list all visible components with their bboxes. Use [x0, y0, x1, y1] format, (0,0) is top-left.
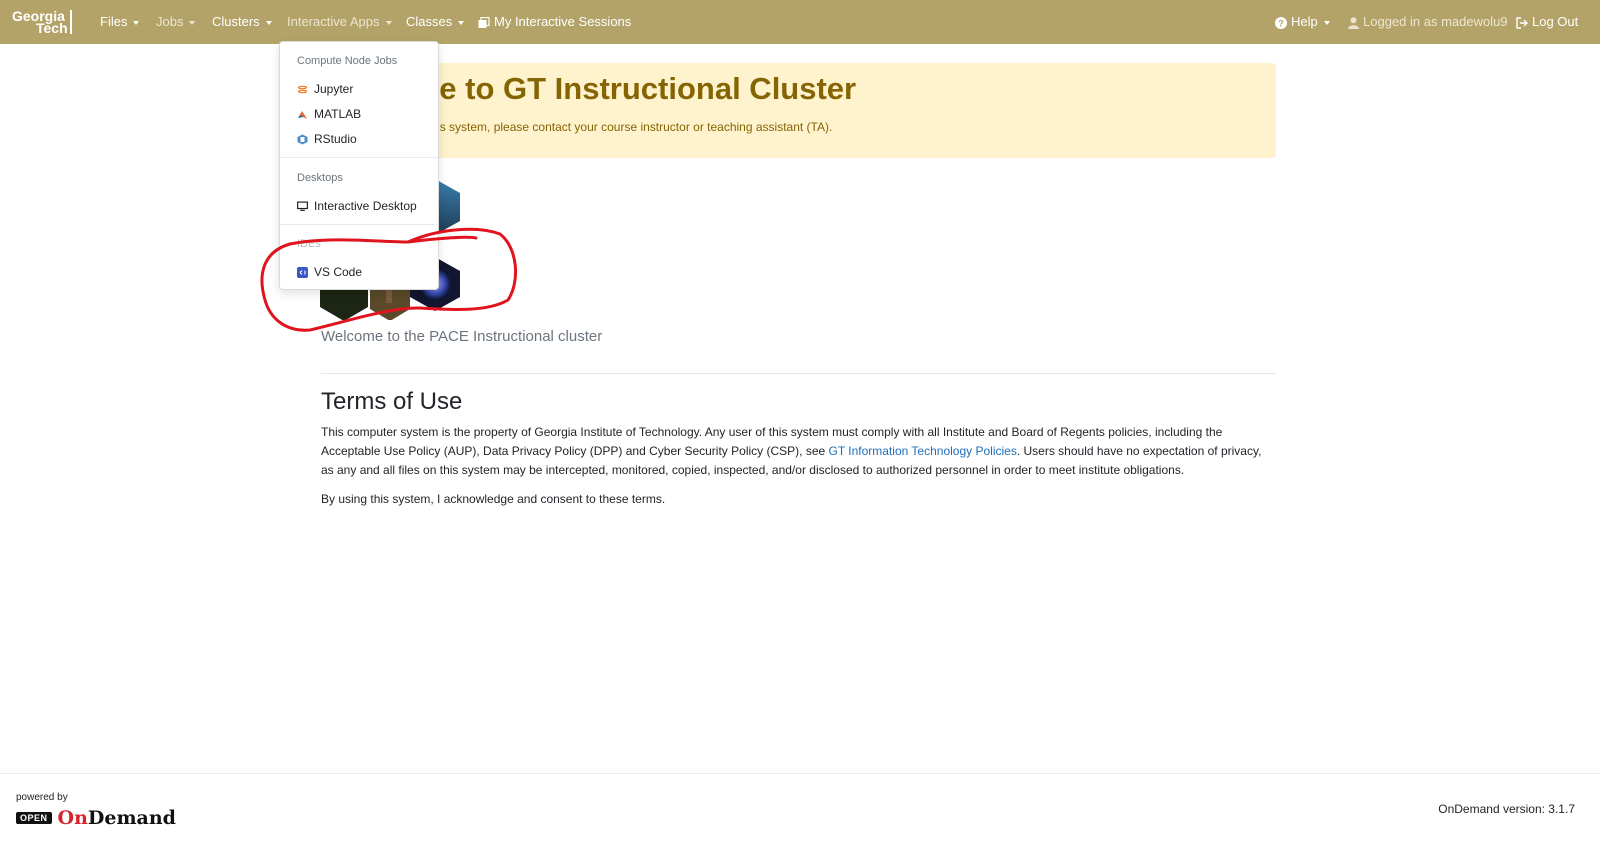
jupyter-icon	[297, 86, 308, 94]
dropdown-header-compute: Compute Node Jobs	[297, 55, 398, 67]
ondemand-suffix: Demand	[87, 807, 176, 829]
nav-files[interactable]: Files	[100, 0, 140, 44]
logout-icon	[1516, 16, 1528, 29]
welcome-alert: Welcome to GT Instructional Cluster For …	[321, 63, 1276, 158]
dropdown-item-matlab[interactable]: MATLAB	[297, 103, 361, 125]
terms-body: This computer system is the property of …	[321, 423, 1276, 480]
monitor-icon	[297, 201, 308, 212]
open-badge: OPEN	[16, 812, 52, 824]
user-icon	[1348, 16, 1359, 29]
nav-jobs-label: Jobs	[156, 14, 184, 29]
dropdown-item-label: RStudio	[314, 132, 357, 146]
nav-interactive-apps-label: Interactive Apps	[287, 14, 380, 29]
dropdown-item-interactive-desktop[interactable]: Interactive Desktop	[297, 195, 417, 217]
chevron-down-icon	[385, 20, 392, 25]
dropdown-item-rstudio[interactable]: RStudio	[297, 128, 357, 150]
dropdown-divider	[280, 224, 438, 225]
gt-policies-link[interactable]: GT Information Technology Policies	[829, 444, 1017, 458]
chevron-down-icon	[1323, 20, 1330, 25]
dropdown-divider	[280, 157, 438, 158]
nav-logged-in: Logged in as madewolu9	[1348, 0, 1508, 44]
alert-text: For assistance with this system, please …	[321, 120, 833, 134]
question-circle-icon: ?	[1275, 16, 1287, 29]
chevron-down-icon	[458, 20, 465, 25]
nav-clusters[interactable]: Clusters	[212, 0, 272, 44]
dropdown-item-label: Jupyter	[314, 82, 354, 96]
nav-my-sessions[interactable]: My Interactive Sessions	[478, 0, 631, 44]
consent-text: By using this system, I acknowledge and …	[321, 492, 666, 506]
nav-jobs[interactable]: Jobs	[156, 0, 196, 44]
top-navbar: Georgia Tech Files Jobs Clusters Interac…	[0, 0, 1600, 44]
svg-text:?: ?	[1278, 18, 1284, 28]
vscode-icon	[297, 267, 308, 279]
matlab-icon	[298, 111, 307, 120]
dropdown-item-vscode[interactable]: VS Code	[297, 261, 362, 283]
nav-interactive-apps[interactable]: Interactive Apps	[287, 0, 392, 44]
logged-in-label: Logged in as madewolu9	[1363, 14, 1508, 29]
georgia-tech-logo[interactable]: Georgia Tech	[12, 8, 76, 38]
alert-title: Welcome to GT Instructional Cluster	[321, 71, 857, 106]
dropdown-item-jupyter[interactable]: Jupyter	[297, 78, 353, 100]
footer: powered by OPEN OnDemand OnDemand versio…	[0, 773, 1600, 842]
nav-classes[interactable]: Classes	[406, 0, 465, 44]
nav-files-label: Files	[100, 14, 128, 29]
ondemand-version: OnDemand version: 3.1.7	[1438, 802, 1575, 816]
ondemand-prefix: On	[57, 807, 88, 829]
nav-classes-label: Classes	[406, 14, 453, 29]
nav-help[interactable]: ? Help	[1275, 0, 1330, 44]
interactive-apps-dropdown: Compute Node Jobs Jupyter MATLAB RStudio…	[279, 41, 439, 290]
rstudio-icon	[297, 134, 308, 145]
page: Georgia Tech Files Jobs Clusters Interac…	[0, 0, 1600, 842]
dropdown-item-label: Interactive Desktop	[314, 199, 417, 213]
ondemand-wordmark: OnDemand	[58, 807, 176, 829]
nav-logout[interactable]: Log Out	[1516, 0, 1578, 44]
open-ondemand-logo[interactable]: OPEN OnDemand	[16, 807, 176, 829]
terms-title: Terms of Use	[321, 388, 463, 415]
dropdown-item-label: VS Code	[314, 265, 363, 279]
brand-divider	[70, 10, 72, 34]
sessions-icon	[478, 16, 490, 28]
nav-help-label: Help	[1291, 14, 1318, 29]
logout-label: Log Out	[1532, 14, 1579, 29]
brand-line2: Tech	[36, 20, 68, 36]
nav-clusters-label: Clusters	[212, 14, 260, 29]
dropdown-item-label: MATLAB	[314, 107, 362, 121]
nav-my-sessions-label: My Interactive Sessions	[494, 14, 632, 29]
powered-by-label: powered by	[16, 792, 68, 803]
dropdown-header-ides: IDEs	[297, 238, 321, 250]
chevron-down-icon	[189, 20, 196, 25]
divider	[321, 373, 1276, 374]
chevron-down-icon	[133, 20, 140, 25]
welcome-text: Welcome to the PACE Instructional cluste…	[321, 328, 603, 345]
chevron-down-icon	[265, 20, 272, 25]
dropdown-header-desktops: Desktops	[297, 172, 343, 184]
